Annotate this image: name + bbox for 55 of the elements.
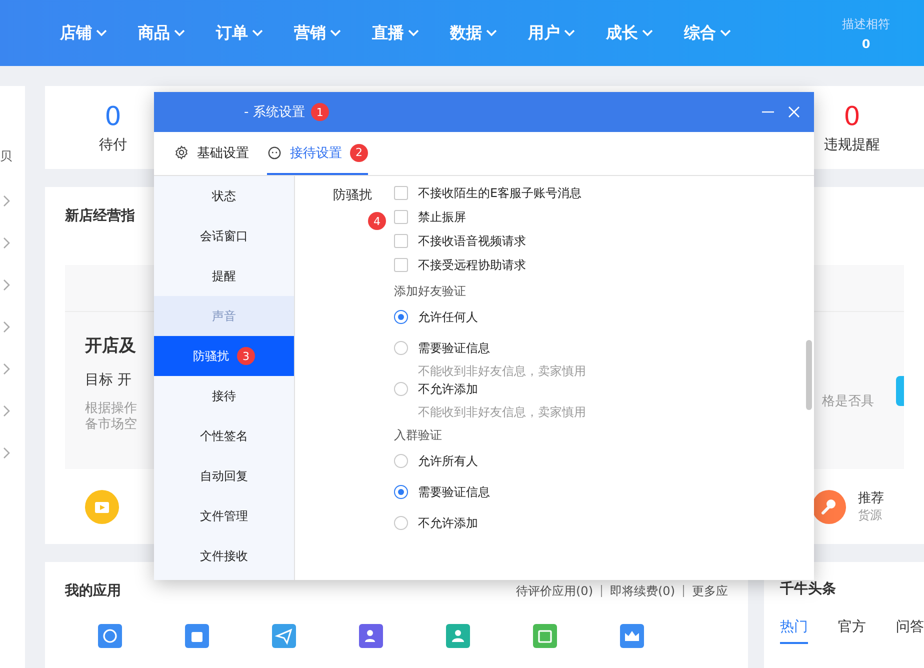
settings-nav-item[interactable]: 状态 (154, 176, 294, 216)
headline-tab[interactable]: 官方 (838, 618, 866, 644)
task-description: 格是否具 (822, 393, 874, 411)
rating-label: 描述相符 (842, 16, 890, 32)
stat-value: 0 (844, 102, 860, 132)
settings-nav-item[interactable]: 个性签名 (154, 416, 294, 456)
radio-label[interactable]: 需要验证信息 (418, 484, 490, 501)
card-title: 千牛头条 (780, 580, 836, 598)
radio-label[interactable]: 不允许添加 (418, 515, 478, 532)
settings-nav-item[interactable]: 文件管理 (154, 496, 294, 536)
dialog-title: - 系统设置 (244, 104, 305, 121)
group-title: 添加好友验证 (394, 283, 467, 300)
settings-tab[interactable]: 接待设置 2 (267, 132, 368, 175)
app-link[interactable]: 更多应 (692, 582, 728, 600)
group-title: 入群验证 (394, 427, 443, 444)
settings-nav-item[interactable]: 自动回复 (154, 456, 294, 496)
checkbox-option[interactable]: 不接收语音视频请求 (394, 229, 586, 253)
link-subtitle: 货源 (858, 507, 883, 524)
stat-value: 0 (104, 102, 122, 132)
settings-nav-item[interactable]: 防骚扰 3 (154, 336, 294, 376)
app-link[interactable]: 即将续费(0) (610, 582, 675, 600)
stat-label: 违规提醒 (824, 136, 880, 154)
sidebar-text: 贝 (0, 148, 12, 165)
headline-tab[interactable]: 热门 (780, 618, 808, 644)
settings-tab[interactable]: 基础设置 (174, 132, 249, 175)
annotation-badge: 2 (350, 144, 368, 162)
settings-nav-item[interactable]: 提醒 (154, 256, 294, 296)
app-link[interactable]: 待评价应用(0) (516, 582, 593, 600)
checkbox-option[interactable]: 不接收陌生的E客服子账号消息 (394, 181, 586, 205)
link-title[interactable]: 推荐 (858, 489, 884, 507)
annotation-badge: 3 (237, 347, 255, 365)
settings-nav-item[interactable]: 接待 (154, 376, 294, 416)
headline-tab[interactable]: 问答 (896, 618, 924, 644)
settings-nav-item[interactable]: 会话窗口 (154, 216, 294, 256)
task-description: 备市场空 (85, 417, 137, 433)
annotation-badge: 1 (310, 103, 329, 121)
annotation-badge: 4 (368, 212, 386, 230)
card-title: 新店经营指 (65, 207, 135, 225)
radio-label[interactable]: 允许任何人 (418, 309, 478, 326)
radio-label[interactable]: 不允许添加 (418, 381, 586, 398)
checkbox-option[interactable]: 禁止振屏 (394, 205, 586, 229)
option-hint: 不能收到非好友信息，卖家慎用 (418, 363, 586, 380)
stat-label: 待付 (99, 136, 127, 154)
rating-value: 0 (862, 36, 870, 50)
task-title: 开店及 (85, 335, 137, 357)
task-goal: 目标 开 (85, 371, 132, 389)
settings-nav-item[interactable]: 文件接收 (154, 536, 294, 576)
radio-label[interactable]: 允许所有人 (418, 453, 478, 470)
card-title: 我的应用 (65, 582, 121, 600)
checkbox-option[interactable]: 不接受远程协助请求 (394, 253, 586, 277)
radio-label[interactable]: 需要验证信息 (418, 340, 586, 357)
section-label: 防骚扰 (333, 187, 372, 204)
option-hint: 不能收到非好友信息，卖家慎用 (418, 404, 586, 421)
nav-menu-item[interactable]: 店铺 (60, 22, 138, 44)
task-description: 根据操作 (85, 401, 137, 417)
